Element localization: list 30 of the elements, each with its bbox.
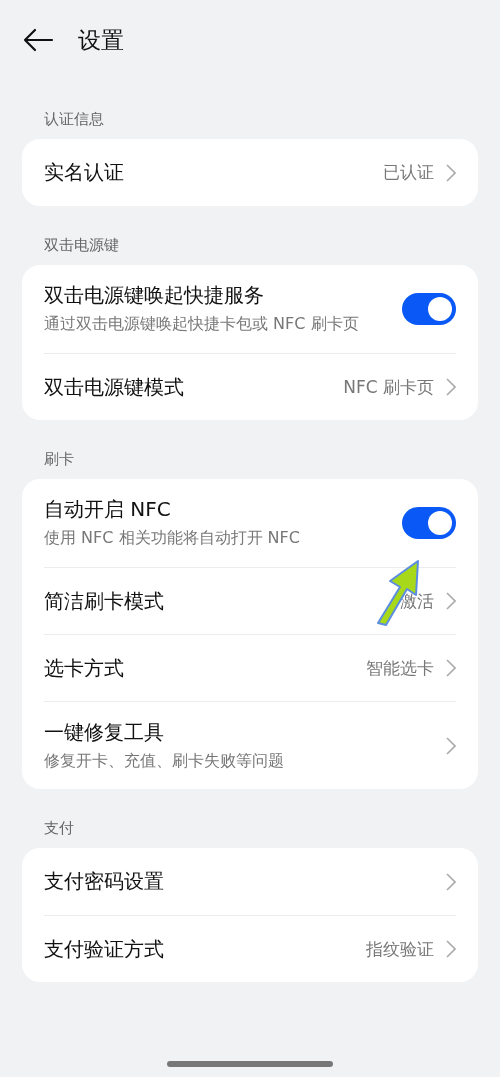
section-label: 双击电源键 [43, 235, 120, 256]
chevron-right-icon [446, 736, 456, 755]
section-label: 刷卡 [43, 449, 75, 470]
setting-title[interactable]: 简洁刷卡模式 [44, 587, 388, 615]
setting-title[interactable]: 一键修复工具 [44, 718, 434, 746]
setting-description: 修复开卡、充值、刷卡失败等问题 [44, 749, 285, 772]
section-label: 认证信息 [43, 109, 105, 130]
setting-description: 通过双击电源键唤起快捷卡包或 NFC 刷卡页 [44, 313, 360, 336]
chevron-right-icon [446, 940, 456, 958]
setting-title[interactable]: 实名认证 [44, 159, 371, 186]
setting-title[interactable]: 支付验证方式 [44, 935, 354, 963]
page-title: 设置 [78, 25, 124, 55]
setting-title[interactable]: 选卡方式 [44, 654, 354, 682]
setting-value: 已认证 [383, 161, 434, 184]
setting-value: 智能选卡 [366, 656, 434, 680]
setting-title[interactable]: 支付密码设置 [44, 868, 434, 895]
setting-value: 指纹验证 [366, 937, 434, 961]
setting-title[interactable]: 双击电源键模式 [44, 373, 332, 401]
chevron-right-icon [446, 163, 456, 182]
toggle-switch[interactable] [402, 507, 456, 539]
section-label: 支付 [43, 818, 75, 839]
chevron-right-icon [446, 659, 456, 677]
chevron-right-icon [446, 872, 456, 891]
setting-title[interactable]: 自动开启 NFC [44, 496, 390, 524]
chevron-right-icon [446, 592, 456, 610]
setting-value: NFC 刷卡页 [343, 375, 434, 399]
toggle-switch[interactable] [402, 293, 456, 325]
setting-description: 使用 NFC 相关功能将自动打开 NFC [44, 527, 301, 550]
setting-title[interactable]: 双击电源键唤起快捷服务 [44, 282, 390, 310]
chevron-right-icon [446, 378, 456, 396]
